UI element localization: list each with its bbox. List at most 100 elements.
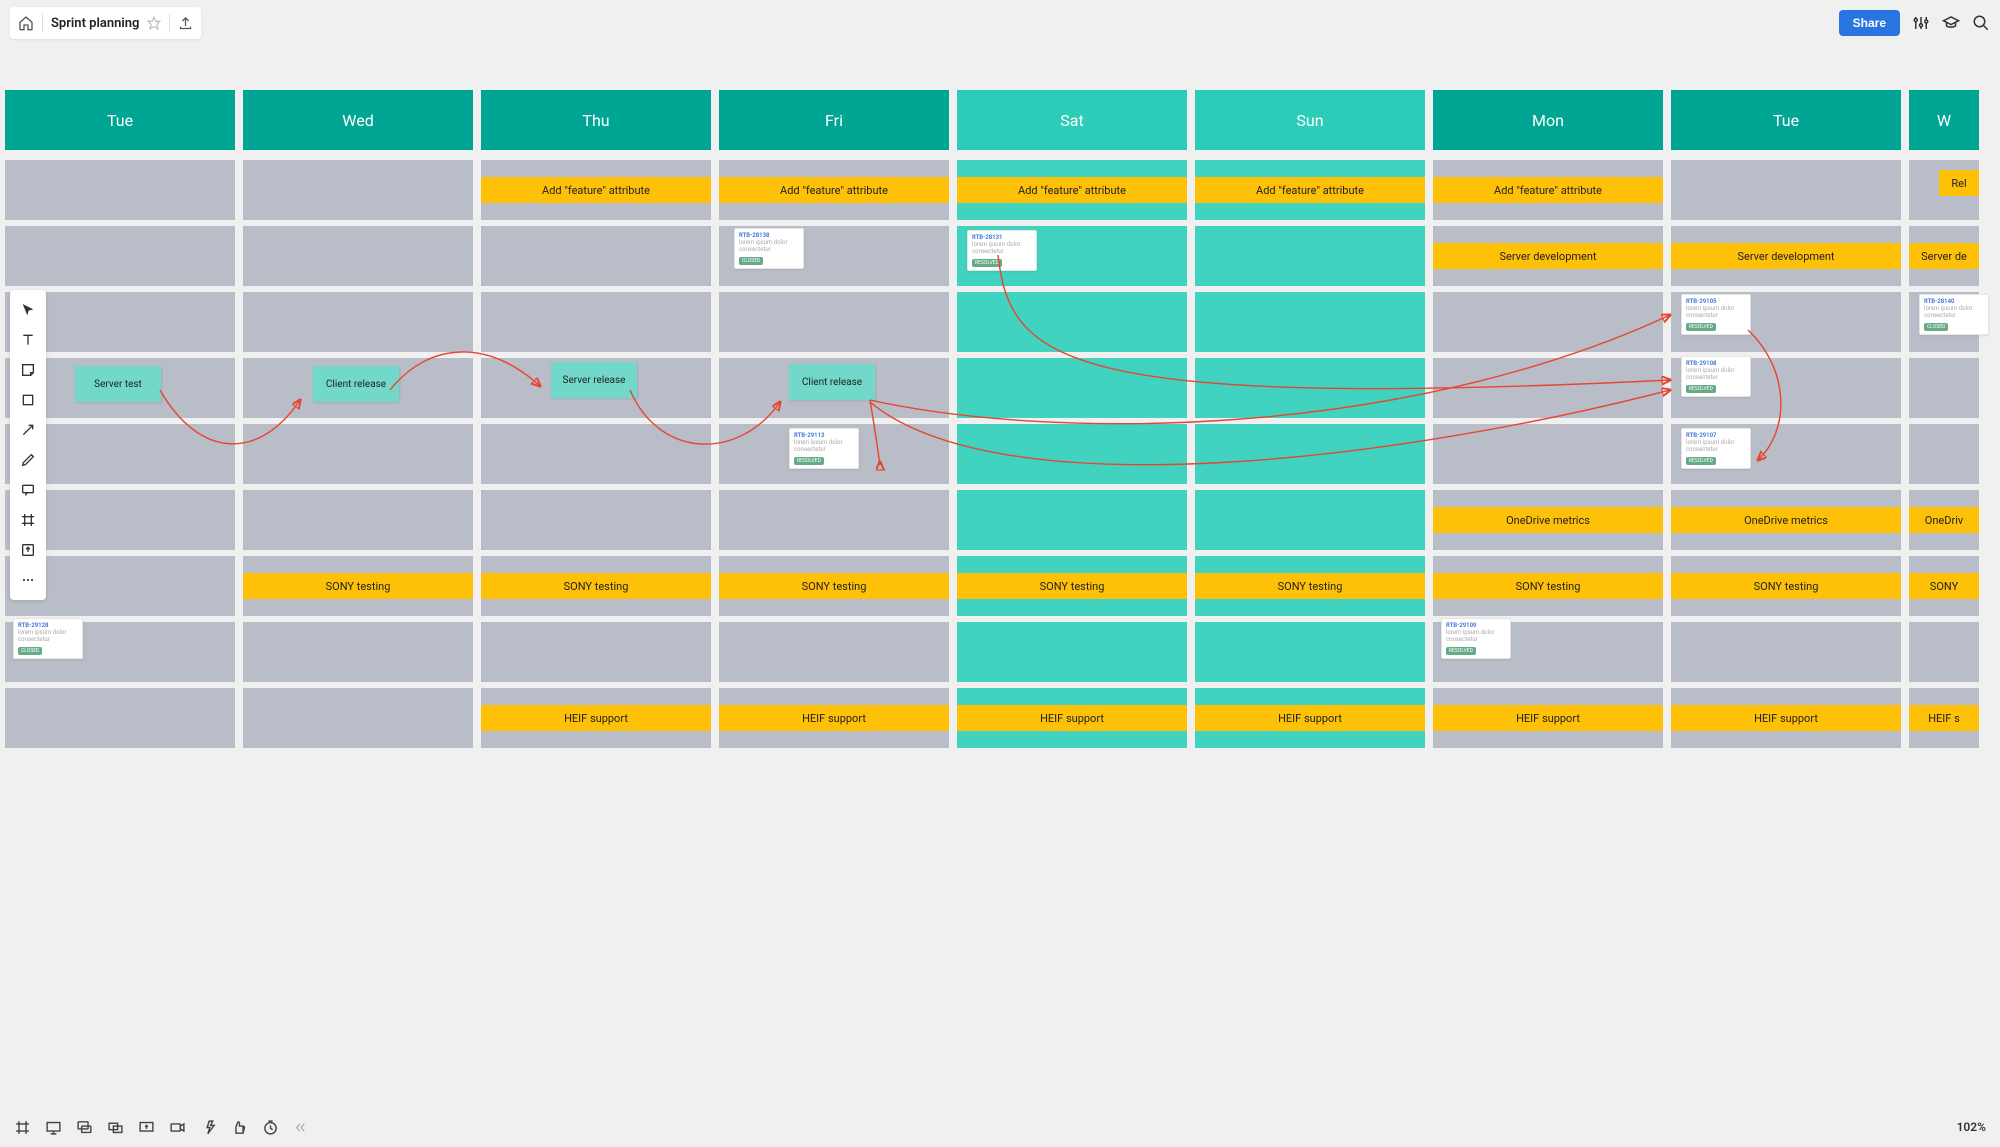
issue-card[interactable]: RTB-29128lorem ipsum dolorconsecteturCLO…	[13, 618, 83, 659]
task-bar[interactable]: Add "feature" attribute	[481, 177, 711, 203]
task-bar[interactable]: Server development	[1671, 243, 1901, 269]
grid-cell[interactable]	[243, 688, 473, 748]
task-bar[interactable]: Add "feature" attribute	[1433, 177, 1663, 203]
issue-card[interactable]: RTB-29108lorem ipsum dolorconsecteturRES…	[1681, 356, 1751, 397]
sticky-note[interactable]: Server test	[75, 366, 161, 402]
vote-icon[interactable]	[231, 1119, 248, 1136]
grid-cell[interactable]	[5, 160, 235, 220]
task-bar[interactable]: Add "feature" attribute	[1195, 177, 1425, 203]
issue-card[interactable]: RTB-29107lorem ipsum dolorconsecteturRES…	[1681, 428, 1751, 469]
grid-cell[interactable]	[957, 490, 1187, 550]
comment-tool[interactable]	[13, 476, 43, 504]
grid-cell[interactable]	[1195, 358, 1425, 418]
task-bar[interactable]: SONY	[1909, 573, 1979, 599]
grid-cell[interactable]	[243, 490, 473, 550]
task-bar[interactable]: SONY testing	[481, 573, 711, 599]
export-icon[interactable]	[178, 16, 193, 31]
grid-cell[interactable]	[481, 226, 711, 286]
presentation-icon[interactable]	[45, 1119, 62, 1136]
task-bar[interactable]: HEIF support	[719, 705, 949, 731]
share-button[interactable]: Share	[1839, 10, 1900, 36]
upload-tool[interactable]	[13, 536, 43, 564]
grid-cell[interactable]	[719, 292, 949, 352]
grid-cell[interactable]	[243, 424, 473, 484]
pen-tool[interactable]	[13, 446, 43, 474]
grid-cell[interactable]	[957, 622, 1187, 682]
issue-card[interactable]: RTB-29109lorem ipsum dolorconsecteturRES…	[1441, 618, 1511, 659]
task-bar[interactable]: OneDrive metrics	[1671, 507, 1901, 533]
text-tool[interactable]	[13, 326, 43, 354]
grid-cell[interactable]	[1909, 358, 1979, 418]
task-bar[interactable]: Server de	[1909, 243, 1979, 269]
grid-cell[interactable]	[5, 688, 235, 748]
issue-card[interactable]: RTB-29105lorem ipsum dolorconsecteturRES…	[1681, 294, 1751, 335]
sticky-note[interactable]: Client release	[313, 366, 399, 402]
home-icon[interactable]	[18, 15, 34, 31]
select-tool[interactable]	[13, 296, 43, 324]
task-bar[interactable]: Rel	[1939, 170, 1979, 196]
task-bar[interactable]: OneDriv	[1909, 507, 1979, 533]
collapse-icon[interactable]	[293, 1120, 308, 1135]
shape-tool[interactable]	[13, 386, 43, 414]
grid-cell[interactable]	[1195, 622, 1425, 682]
more-tools[interactable]	[13, 566, 43, 594]
grid-cell[interactable]	[481, 490, 711, 550]
grid-cell[interactable]	[1433, 292, 1663, 352]
grid-cell[interactable]	[1195, 490, 1425, 550]
task-bar[interactable]: Add "feature" attribute	[957, 177, 1187, 203]
grid-cell[interactable]	[1433, 424, 1663, 484]
sticky-note[interactable]: Server release	[551, 362, 637, 398]
grid-cell[interactable]	[1909, 622, 1979, 682]
timer-icon[interactable]	[262, 1119, 279, 1136]
search-icon[interactable]	[1972, 14, 1990, 32]
activity-icon[interactable]	[200, 1119, 217, 1136]
grid-cell[interactable]	[1671, 622, 1901, 682]
task-bar[interactable]: SONY testing	[1671, 573, 1901, 599]
grid-cell[interactable]	[719, 622, 949, 682]
issue-card[interactable]: RTB-28140lorem ipsum dolorconsecteturCLO…	[1919, 294, 1989, 335]
task-bar[interactable]: OneDrive metrics	[1433, 507, 1663, 533]
task-bar[interactable]: Server development	[1433, 243, 1663, 269]
frame-tool[interactable]	[13, 506, 43, 534]
grid-cell[interactable]	[1195, 424, 1425, 484]
frames-icon[interactable]	[14, 1119, 31, 1136]
grid-cell[interactable]	[481, 424, 711, 484]
comments-icon[interactable]	[76, 1119, 93, 1136]
settings-icon[interactable]	[1912, 14, 1930, 32]
graduation-icon[interactable]	[1942, 14, 1960, 32]
task-bar[interactable]: HEIF support	[957, 705, 1187, 731]
card-icon[interactable]	[107, 1119, 124, 1136]
video-icon[interactable]	[169, 1119, 186, 1136]
grid-cell[interactable]	[481, 622, 711, 682]
grid-cell[interactable]	[1671, 160, 1901, 220]
sticky-tool[interactable]	[13, 356, 43, 384]
grid-cell[interactable]	[1195, 292, 1425, 352]
issue-card[interactable]: RTB-28138lorem ipsum dolorconsecteturCLO…	[734, 228, 804, 269]
task-bar[interactable]: SONY testing	[243, 573, 473, 599]
task-bar[interactable]: SONY testing	[1195, 573, 1425, 599]
grid-cell[interactable]	[957, 292, 1187, 352]
grid-cell[interactable]	[719, 490, 949, 550]
grid-cell[interactable]	[957, 424, 1187, 484]
grid-cell[interactable]	[243, 292, 473, 352]
task-bar[interactable]: SONY testing	[719, 573, 949, 599]
grid-cell[interactable]	[243, 226, 473, 286]
grid-cell[interactable]	[957, 358, 1187, 418]
grid-cell[interactable]	[1433, 358, 1663, 418]
grid-cell[interactable]	[1909, 424, 1979, 484]
grid-cell[interactable]	[481, 292, 711, 352]
task-bar[interactable]: Add "feature" attribute	[719, 177, 949, 203]
issue-card[interactable]: RTB-28131lorem ipsum dolorconsecteturRES…	[967, 230, 1037, 271]
task-bar[interactable]: HEIF support	[1195, 705, 1425, 731]
grid-cell[interactable]	[243, 160, 473, 220]
task-bar[interactable]: SONY testing	[957, 573, 1187, 599]
task-bar[interactable]: HEIF support	[1671, 705, 1901, 731]
grid-cell[interactable]	[243, 622, 473, 682]
sticky-note[interactable]: Client release	[789, 364, 875, 400]
task-bar[interactable]: HEIF s	[1909, 705, 1979, 731]
task-bar[interactable]: SONY testing	[1433, 573, 1663, 599]
task-bar[interactable]: HEIF support	[481, 705, 711, 731]
grid-cell[interactable]	[1195, 226, 1425, 286]
issue-card[interactable]: RTB-29113lorem ipsum dolorconsecteturRES…	[789, 428, 859, 469]
zoom-level[interactable]: 102%	[1957, 1120, 1986, 1134]
